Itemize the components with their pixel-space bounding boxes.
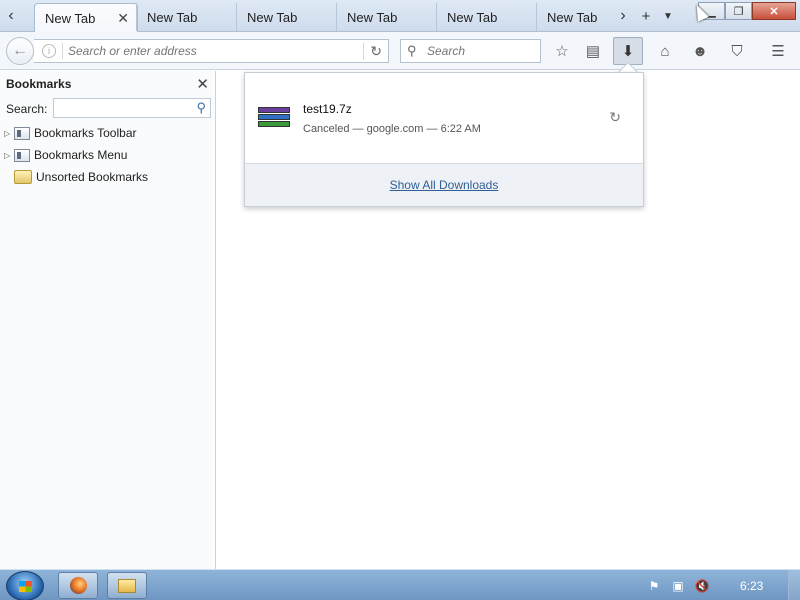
retry-download-icon[interactable]: ↻: [609, 109, 621, 126]
bookmarks-sidebar: Bookmarks ✕ Search: ⚲ ▷ Bookmarks Toolba…: [0, 71, 216, 569]
folder-explorer-icon: [118, 578, 136, 593]
tab-strip: ‹ New Tab ✕ New Tab New Tab New Tab New …: [0, 0, 800, 33]
taskbar-clock[interactable]: 6:23: [740, 579, 763, 593]
new-tab-plus-icon[interactable]: +: [637, 6, 655, 26]
hello-smiley-icon[interactable]: ☻: [688, 40, 712, 62]
show-all-downloads-label: Show All Downloads: [389, 178, 499, 192]
pocket-icon[interactable]: ⛉: [725, 40, 749, 62]
tab-label: New Tab: [147, 9, 198, 25]
back-arrow-icon[interactable]: ←: [6, 37, 34, 65]
search-icon: ⚲: [196, 100, 206, 115]
unsorted-folder-icon: [14, 170, 32, 184]
tab-scroll-left-icon[interactable]: ‹: [0, 3, 22, 29]
tab-label: New Tab: [447, 9, 498, 25]
downloads-arrow-icon[interactable]: ⬇: [613, 37, 643, 65]
toolbar-folder-icon: [14, 126, 30, 140]
tab-5[interactable]: New Tab: [436, 3, 536, 31]
hamburger-menu-icon[interactable]: ☰: [766, 40, 790, 62]
tab-4[interactable]: New Tab: [336, 3, 436, 31]
expand-triangle-icon[interactable]: ▷: [4, 151, 14, 160]
sidebar-item-unsorted-bookmarks[interactable]: Unsorted Bookmarks: [4, 168, 148, 186]
tab-3[interactable]: New Tab: [236, 3, 336, 31]
downloads-panel: test19.7z Canceled — google.com — 6:22 A…: [244, 72, 644, 207]
sidebar-item-bookmarks-menu[interactable]: ▷ Bookmarks Menu: [4, 146, 127, 164]
sidebar-search-label: Search:: [6, 102, 48, 116]
menu-folder-icon: [14, 148, 30, 162]
sidebar-item-label: Bookmarks Menu: [34, 148, 128, 162]
archive-file-icon: [258, 107, 290, 133]
tab-2[interactable]: New Tab: [136, 3, 236, 31]
window-controls: ▁ ❐ ✕: [698, 2, 796, 20]
bookmark-star-icon[interactable]: ☆: [550, 40, 574, 62]
home-icon[interactable]: ⌂: [653, 40, 677, 62]
tab-label: New Tab: [547, 9, 598, 25]
navigation-toolbar: ← i ↻ ⚲ ☆ ▤ ⬇ ⌂ ☻ ⛉ ☰: [0, 32, 800, 70]
volume-muted-icon[interactable]: 🔇: [694, 579, 710, 593]
tab-label: New Tab: [247, 9, 298, 25]
sidebar-title: Bookmarks: [6, 77, 72, 91]
taskbar-firefox-button[interactable]: [58, 572, 98, 599]
site-info-icon[interactable]: i: [42, 44, 56, 58]
start-button-windows-logo-icon[interactable]: [6, 571, 44, 600]
download-filename[interactable]: test19.7z: [303, 102, 352, 116]
bookmarks-menu-clipboard-icon[interactable]: ▤: [581, 40, 605, 62]
show-desktop-button[interactable]: [788, 570, 800, 600]
sidebar-item-label: Bookmarks Toolbar: [34, 126, 137, 140]
address-input[interactable]: [68, 44, 348, 58]
restore-icon[interactable]: ❐: [725, 2, 752, 20]
search-bar[interactable]: ⚲: [400, 39, 541, 63]
search-input[interactable]: [427, 44, 537, 58]
sidebar-item-bookmarks-toolbar[interactable]: ▷ Bookmarks Toolbar: [4, 124, 137, 142]
tab-close-icon[interactable]: ✕: [117, 10, 129, 27]
list-all-tabs-chevron-icon[interactable]: ▼: [659, 6, 677, 26]
address-separator: [62, 43, 63, 59]
sidebar-close-icon[interactable]: ✕: [196, 75, 209, 93]
sidebar-item-label: Unsorted Bookmarks: [36, 170, 149, 184]
firefox-icon: [69, 577, 87, 594]
tab-1[interactable]: New Tab ✕: [34, 3, 138, 33]
tab-label: New Tab: [347, 9, 398, 25]
windows-taskbar: ⚑ ▣ 🔇 6:23: [0, 569, 800, 600]
download-status: Canceled — google.com — 6:22 AM: [303, 123, 481, 135]
show-all-downloads-button[interactable]: Show All Downloads: [245, 163, 643, 206]
window-close-icon[interactable]: ✕: [752, 2, 796, 20]
action-center-flag-icon[interactable]: ⚑: [646, 579, 662, 593]
tab-scroll-right-icon[interactable]: ›: [612, 3, 634, 29]
search-icon: ⚲: [407, 43, 417, 58]
address-bar[interactable]: i ↻: [34, 39, 389, 63]
reload-icon[interactable]: ↻: [363, 43, 382, 60]
taskbar-explorer-button[interactable]: [107, 572, 147, 599]
tab-6[interactable]: New Tab: [536, 3, 612, 31]
tab-label: New Tab: [45, 11, 96, 26]
expand-triangle-icon[interactable]: ▷: [4, 129, 14, 138]
network-icon[interactable]: ▣: [670, 579, 686, 593]
sidebar-search-input[interactable]: ⚲: [53, 98, 211, 118]
